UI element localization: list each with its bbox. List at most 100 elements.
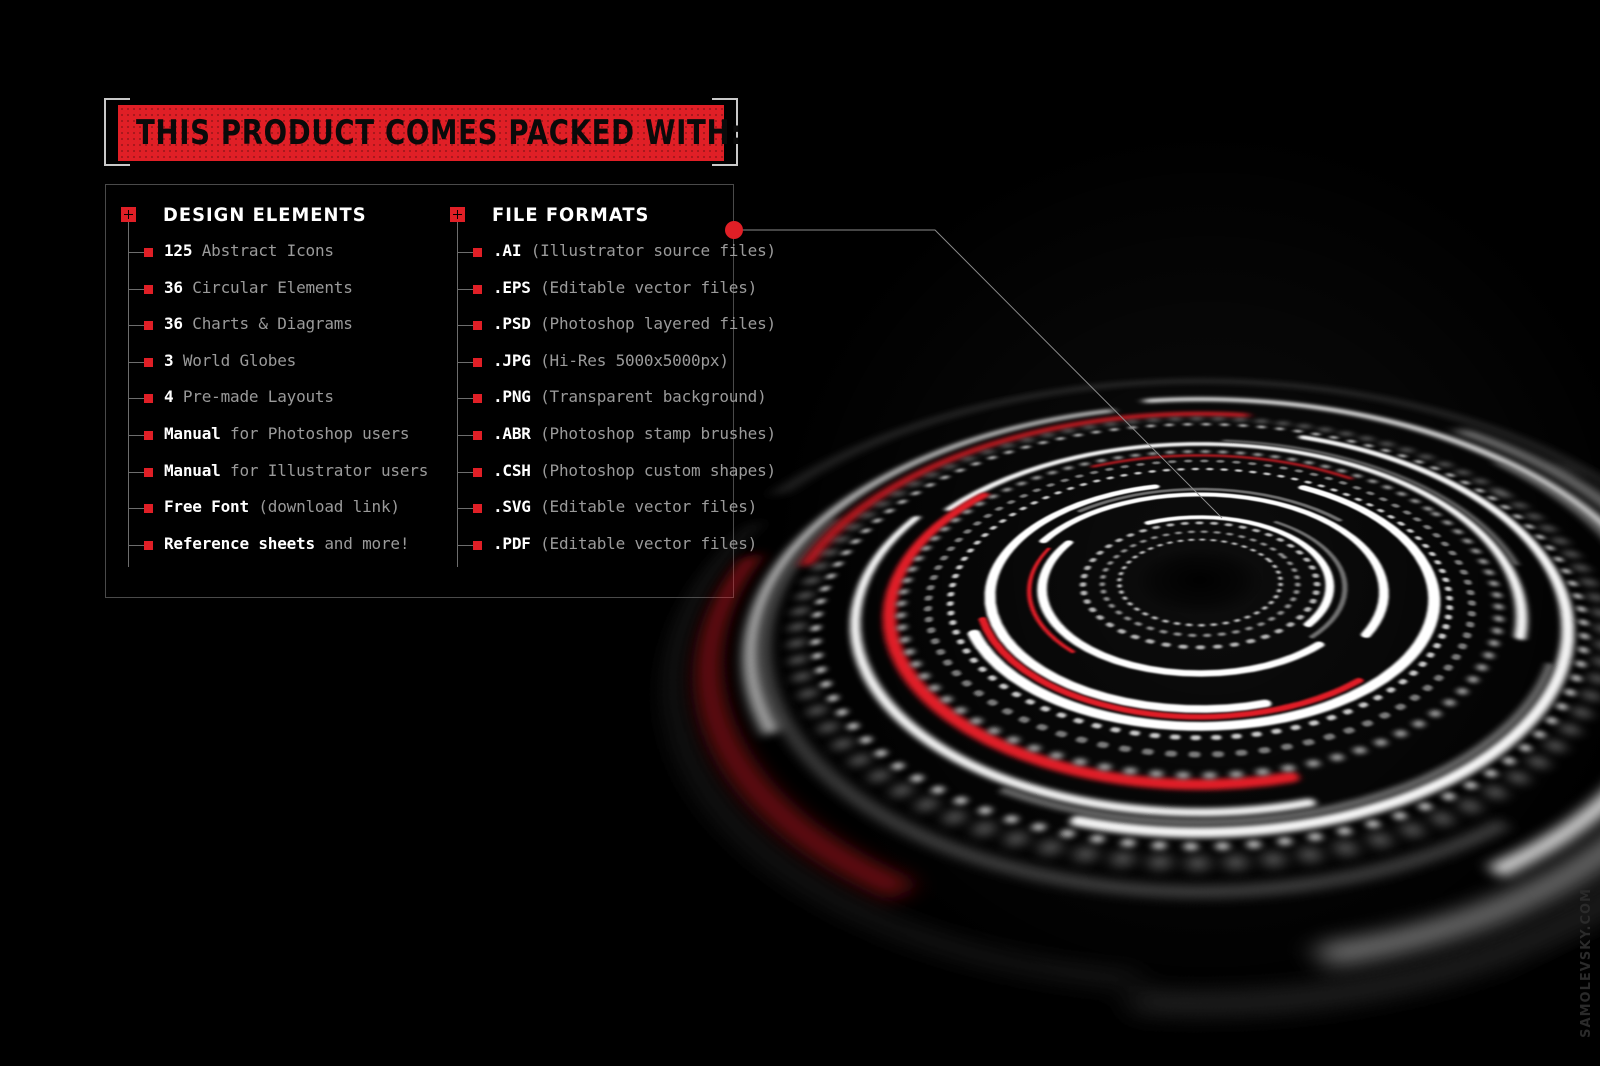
list-item-detail: (download link): [248, 497, 400, 517]
list-item-label: 125 Abstract Icons: [164, 241, 334, 260]
list-item-detail: for Photoshop users: [220, 423, 410, 443]
list-item-detail: (Hi-Res 5000x5000px): [530, 350, 729, 370]
bullet-square-icon: [144, 430, 153, 440]
list-item-label: Reference sheets and more!: [164, 534, 409, 553]
title-bar: THIS PRODUCT COMES PACKED WITH:: [118, 105, 741, 161]
bullet-square-icon: [144, 321, 153, 331]
watermark: SAMOLEVSKY.COM: [1579, 888, 1594, 1038]
list-item: 4 Pre-made Layouts: [106, 381, 435, 418]
list-item: .ABR (Photoshop stamp brushes): [435, 418, 776, 455]
bullet-square-icon: [144, 540, 153, 550]
list-item: .PSD (Photoshop layered files): [435, 308, 776, 345]
list-item-bold: .PNG: [492, 387, 531, 407]
design-elements-list: 125 Abstract Icons 36 Circular Elements 36…: [106, 235, 435, 564]
bullet-square-icon: [472, 248, 482, 257]
bullet-square-icon: [144, 284, 153, 294]
list-item-detail: Abstract Icons: [192, 241, 334, 260]
list-item-bold: .SVG: [492, 497, 531, 517]
connector-line: [129, 471, 144, 473]
list-item-bold: Reference sheets: [164, 533, 315, 553]
list-item-label: 36 Circular Elements: [164, 278, 353, 297]
list-item: .JPG (Hi-Res 5000x5000px): [435, 345, 733, 382]
list-item: .AI (Illustrator source files): [435, 235, 776, 272]
list-item-bold: .ABR: [492, 423, 531, 443]
list-item-label: .PNG (Transparent background): [493, 387, 767, 406]
list-item-bold: Manual: [164, 460, 221, 480]
list-item-label: .JPG (Hi-Res 5000x5000px): [493, 351, 729, 370]
connector-line: [457, 434, 473, 436]
list-item-bold: .AI: [492, 241, 522, 260]
bullet-square-icon: [144, 394, 153, 404]
connector-line: [129, 508, 144, 510]
red-node-dot: [725, 221, 743, 239]
list-item: Manual for Illustrator users: [106, 455, 435, 492]
connector-line: [129, 325, 144, 327]
connector-line: [457, 288, 473, 290]
bullet-square-icon: [472, 284, 482, 294]
connector-line: [129, 434, 144, 436]
list-item: .EPS (Editable vector files): [435, 272, 757, 309]
list-item-bold: Free Font: [164, 497, 249, 517]
list-item-detail: for Illustrator users: [220, 460, 429, 480]
list-item: .PNG (Transparent background): [435, 381, 767, 418]
title-banner: THIS PRODUCT COMES PACKED WITH:: [104, 98, 741, 168]
bullet-square-icon: [144, 357, 153, 367]
list-item-label: 4 Pre-made Layouts: [164, 387, 334, 406]
list-item: Reference sheets and more!: [106, 528, 435, 565]
bullet-square-icon: [144, 504, 153, 514]
connector-line: [129, 252, 144, 253]
list-item-detail: Circular Elements: [182, 277, 353, 297]
list-item-detail: (Transparent background): [530, 387, 767, 407]
connector-line: [129, 544, 144, 546]
connector-line: [457, 252, 473, 253]
list-item: 3 World Globes: [106, 345, 435, 382]
connector-line: [129, 398, 144, 400]
plus-icon: [121, 207, 136, 222]
list-item-detail: (Illustrator source files): [521, 241, 776, 260]
connector-line: [457, 508, 473, 510]
list-item-label: Free Font (download link): [164, 497, 400, 516]
bullet-square-icon: [144, 248, 153, 257]
bullet-square-icon: [144, 467, 153, 477]
bullet-square-icon: [472, 321, 482, 331]
list-item-label: .ABR (Photoshop stamp brushes): [493, 424, 776, 443]
connector-line: [457, 398, 473, 400]
list-item-label: .PSD (Photoshop layered files): [493, 314, 776, 333]
plus-icon: [449, 207, 465, 222]
list-item-detail: (Photoshop stamp brushes): [530, 423, 776, 443]
list-item: Free Font (download link): [106, 491, 435, 528]
list-item: Manual for Photoshop users: [106, 418, 435, 455]
column-design-elements: DESIGN ELEMENTS 125 Abstract Icons 36 Cir…: [106, 185, 435, 597]
list-item-bold: .PSD: [492, 314, 531, 334]
page-title: THIS PRODUCT COMES PACKED WITH:: [136, 113, 742, 153]
list-item-bold: 36: [164, 277, 183, 297]
list-item-bold: 125: [164, 241, 193, 260]
poster-canvas: THIS PRODUCT COMES PACKED WITH: DESIGN E…: [0, 0, 1600, 1066]
list-item-detail: World Globes: [173, 350, 297, 370]
list-item-detail: (Photoshop layered files): [530, 314, 776, 334]
bullet-square-icon: [472, 394, 482, 404]
list-item-bold: .EPS: [492, 277, 531, 297]
bullet-square-icon: [472, 467, 482, 477]
list-item-bold: Manual: [164, 423, 221, 443]
list-item-detail: Charts & Diagrams: [182, 314, 353, 334]
list-item-label: 36 Charts & Diagrams: [164, 314, 353, 333]
list-item: 36 Charts & Diagrams: [106, 308, 435, 345]
list-item-bold: .CSH: [492, 460, 531, 480]
column-heading: FILE FORMATS: [491, 204, 650, 226]
connector-line: [129, 288, 144, 290]
list-item-label: .AI (Illustrator source files): [493, 241, 776, 260]
list-item-label: Manual for Photoshop users: [164, 424, 409, 443]
list-item-bold: 36: [164, 314, 183, 334]
connector-line: [129, 361, 144, 363]
connector-line: [457, 325, 473, 327]
column-heading: DESIGN ELEMENTS: [163, 204, 367, 226]
connector-line: [457, 471, 473, 473]
bullet-square-icon: [472, 357, 482, 367]
list-item-bold: .PDF: [492, 533, 531, 553]
list-item-label: 3 World Globes: [164, 351, 296, 370]
list-item-detail: (Editable vector files): [530, 277, 758, 297]
bullet-square-icon: [472, 504, 482, 514]
list-item: 125 Abstract Icons: [106, 235, 435, 272]
connector-line: [457, 361, 473, 363]
